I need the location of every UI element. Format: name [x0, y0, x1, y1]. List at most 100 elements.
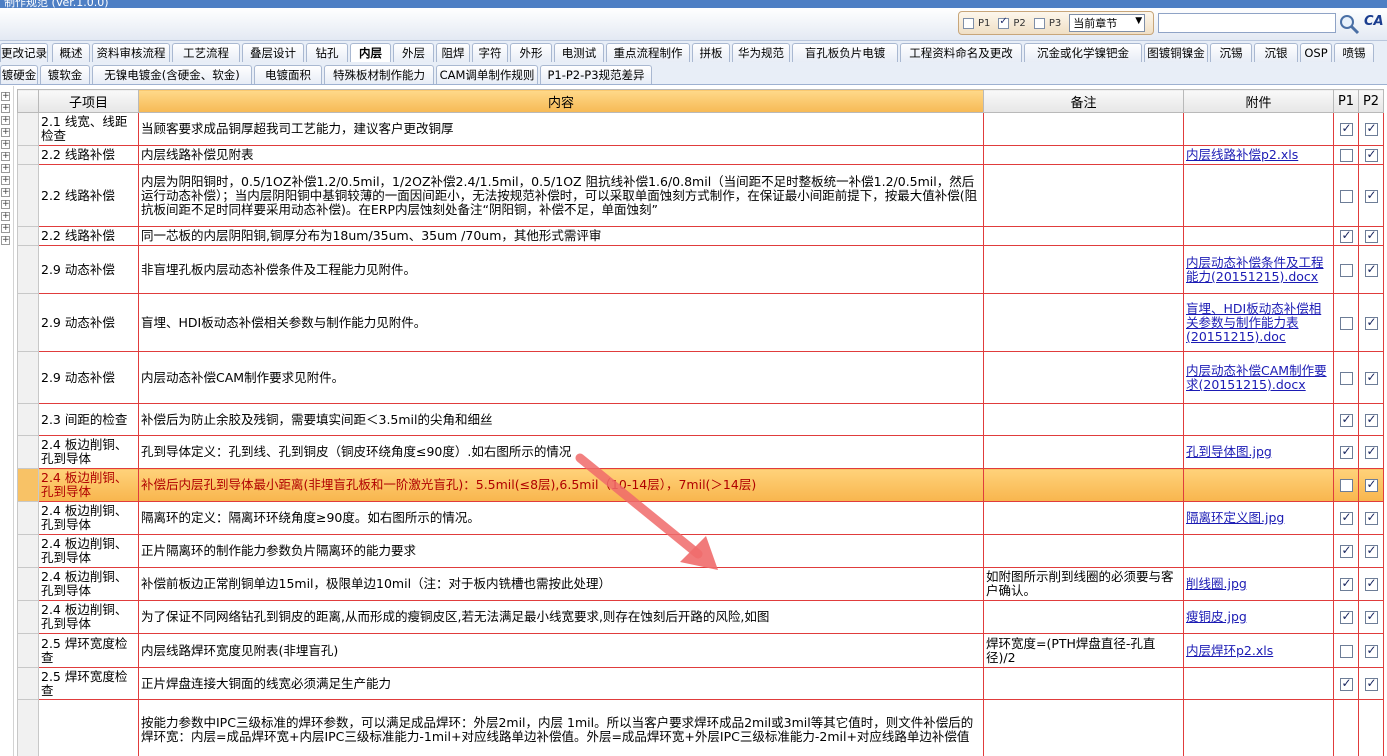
tab-tabs_row2-5[interactable]: CAM调单制作规则	[436, 65, 538, 84]
p2-checkbox[interactable]	[1364, 576, 1378, 591]
filter-p1-checkbox[interactable]	[963, 17, 974, 29]
p2-checkbox[interactable]	[1364, 121, 1378, 136]
p1-checkbox[interactable]	[1339, 576, 1353, 591]
p2-checkbox[interactable]	[1364, 370, 1378, 385]
attachment-link[interactable]: 隔离环定义图.jpg	[1183, 501, 1334, 535]
row-indicator[interactable]	[17, 600, 39, 634]
table-row[interactable]: 2.4 板边削铜、孔到导体 隔离环的定义：隔离环环绕角度≥90度。如右图所示的情况…	[17, 501, 1384, 535]
search-icon[interactable]	[1338, 13, 1360, 35]
table-row[interactable]: 2.2 线路补偿 同一芯板的内层阴阳铜,铜厚分布为18um/35um、35um /…	[17, 226, 1384, 246]
table-row[interactable]: 2.9 动态补偿 非盲埋孔板内层动态补偿条件及工程能力见附件。 内层动态补偿条件及工…	[17, 245, 1384, 294]
tab-tabs_row1-4[interactable]: 叠层设计	[242, 43, 304, 62]
row-indicator[interactable]	[17, 145, 39, 165]
row-indicator[interactable]	[17, 245, 39, 294]
p1-checkbox[interactable]	[1339, 510, 1353, 525]
p1-checkbox[interactable]	[1339, 543, 1353, 558]
tab-tabs_row1-11[interactable]: 电测试	[554, 43, 604, 62]
table-row[interactable]: 2.3 间距的检查 补偿后为防止余胶及残铜，需要填实间距＜3.5mil的尖角和细丝	[17, 403, 1384, 436]
tab-tabs_row1-15[interactable]: 盲孔板负片电镀	[792, 43, 898, 62]
row-indicator[interactable]	[17, 534, 39, 568]
p1-checkbox[interactable]	[1339, 189, 1353, 203]
p1-checkbox[interactable]	[1339, 149, 1353, 162]
filter-p3-checkbox[interactable]	[1033, 17, 1045, 29]
p1-checkbox[interactable]	[1339, 676, 1353, 691]
p1-checkbox[interactable]	[1339, 644, 1353, 658]
table-row[interactable]: 2.4 板边削铜、孔到导体 为了保证不同网络钻孔到铜皮的距离,从而形成的瘦铜皮区,…	[17, 600, 1384, 634]
row-indicator[interactable]	[17, 403, 39, 436]
p2-checkbox[interactable]	[1364, 477, 1378, 492]
tab-tabs_row2-3[interactable]: 电镀面积	[254, 65, 322, 84]
tab-tabs_row1-5[interactable]: 钻孔	[306, 43, 348, 62]
table-row[interactable]: 2.2 线路补偿 内层线路补偿见附表 内层线路补偿p2.xls	[17, 145, 1384, 165]
p2-checkbox[interactable]	[1364, 315, 1378, 330]
tree-expand-icon[interactable]: +	[1, 212, 10, 221]
p2-checkbox[interactable]	[1364, 510, 1378, 525]
tree-expand-icon[interactable]: +	[1, 104, 10, 113]
row-indicator[interactable]	[17, 293, 39, 352]
table-row[interactable]: 2.2 线路补偿 内层为阴阳铜时，0.5/1OZ补偿1.2/0.5mil，1/2O…	[17, 164, 1384, 227]
row-indicator[interactable]	[17, 567, 39, 601]
tab-tabs_row1-13[interactable]: 拼板	[692, 43, 730, 62]
p1-checkbox[interactable]	[1339, 121, 1353, 136]
row-indicator[interactable]	[17, 435, 39, 469]
table-row[interactable]: 2.4 板边削铜、孔到导体 补偿后内层孔到导体最小距离(非埋盲孔板和一阶激光盲孔)…	[17, 468, 1384, 502]
p1-checkbox[interactable]	[1339, 444, 1353, 459]
p1-checkbox[interactable]	[1339, 228, 1353, 243]
tab-tabs_row1-16[interactable]: 工程资料命名及更改	[900, 43, 1022, 62]
attachment-link[interactable]: 盲埋、HDI板动态补偿相关参数与制作能力表(20151215).doc	[1183, 293, 1334, 352]
p1-checkbox[interactable]	[1339, 479, 1353, 492]
table-row[interactable]: 2.1 线宽、线距检查 当顾客要求成品铜厚超我司工艺能力，建议客户更改铜厚	[17, 112, 1384, 146]
tree-expand-icon[interactable]: +	[1, 236, 10, 245]
column-header-p2[interactable]: P2	[1358, 89, 1384, 113]
p1-checkbox[interactable]	[1339, 609, 1353, 624]
row-indicator[interactable]	[17, 468, 39, 502]
p2-checkbox[interactable]	[1364, 412, 1378, 427]
filter-p2-checkbox[interactable]	[998, 16, 1010, 29]
attachment-link[interactable]: 内层动态补偿CAM制作要求(20151215).docx	[1183, 351, 1334, 404]
row-indicator[interactable]	[17, 351, 39, 404]
tab-tabs_row1-14[interactable]: 华为规范	[732, 43, 790, 62]
row-indicator[interactable]	[17, 501, 39, 535]
table-row[interactable]: 按能力参数中IPC三级标准的焊环参数，可以满足成品焊环：外层2mil，内层 1m…	[17, 699, 1384, 756]
tab-tabs_row1-10[interactable]: 外形	[510, 43, 552, 62]
p2-checkbox[interactable]	[1364, 543, 1378, 558]
p2-checkbox[interactable]	[1364, 188, 1378, 203]
attachment-link[interactable]: 削线圈.jpg	[1183, 567, 1334, 601]
p1-checkbox[interactable]	[1339, 316, 1353, 330]
p2-checkbox[interactable]	[1364, 147, 1378, 162]
attachment-link[interactable]: 内层动态补偿条件及工程能力(20151215).docx	[1183, 245, 1334, 294]
tree-expand-icon[interactable]: +	[1, 92, 10, 101]
search-input[interactable]	[1158, 13, 1336, 33]
tab-tabs_row1-6[interactable]: 内层	[350, 43, 391, 62]
tab-tabs_row1-1[interactable]: 概述	[52, 43, 90, 62]
table-row[interactable]: 2.5 焊环宽度检查 内层线路焊环宽度见附表(非埋盲孔) 焊环宽度=(PTH焊盘直径…	[17, 633, 1384, 668]
row-indicator-header[interactable]	[17, 89, 39, 113]
row-indicator[interactable]	[17, 699, 39, 756]
p1-checkbox[interactable]	[1339, 263, 1353, 277]
tab-tabs_row1-12[interactable]: 重点流程制作	[606, 43, 690, 62]
tab-tabs_row2-6[interactable]: P1-P2-P3规范差异	[540, 65, 652, 84]
column-header-sub[interactable]: 子项目	[38, 89, 139, 113]
row-indicator[interactable]	[17, 164, 39, 227]
tab-tabs_row1-7[interactable]: 外层	[393, 43, 434, 62]
tree-expand-icon[interactable]: +	[1, 224, 10, 233]
tab-tabs_row1-0[interactable]: 更改记录	[0, 43, 48, 62]
tab-tabs_row2-0[interactable]: 镀硬金	[0, 65, 38, 84]
table-row[interactable]: 2.4 板边削铜、孔到导体 孔到导体定义：孔到线、孔到铜皮（铜皮环绕角度≤90度）…	[17, 435, 1384, 469]
tab-tabs_row1-22[interactable]: 喷锡	[1334, 43, 1374, 62]
column-header-content[interactable]: 内容	[138, 89, 984, 113]
table-row[interactable]: 2.4 板边削铜、孔到导体 补偿前板边正常削铜单边15mil，极限单边10mil（…	[17, 567, 1384, 601]
attachment-link[interactable]: 内层焊环p2.xls	[1183, 633, 1334, 668]
tree-expand-icon[interactable]: +	[1, 188, 10, 197]
scope-select[interactable]: 当前章节 ▼	[1069, 14, 1146, 32]
p1-checkbox[interactable]	[1339, 371, 1353, 385]
p2-checkbox[interactable]	[1364, 444, 1378, 459]
tree-expand-icon[interactable]: +	[1, 200, 10, 209]
table-row[interactable]: 2.4 板边削铜、孔到导体 正片隔离环的制作能力参数负片隔离环的能力要求	[17, 534, 1384, 568]
table-row[interactable]: 2.9 动态补偿 盲埋、HDI板动态补偿相关参数与制作能力见附件。 盲埋、HDI板动…	[17, 293, 1384, 352]
p2-checkbox[interactable]	[1364, 643, 1378, 658]
tab-tabs_row1-2[interactable]: 资料审核流程	[92, 43, 170, 62]
row-indicator[interactable]	[17, 633, 39, 668]
p1-checkbox[interactable]	[1339, 412, 1353, 427]
p2-checkbox[interactable]	[1364, 228, 1378, 243]
